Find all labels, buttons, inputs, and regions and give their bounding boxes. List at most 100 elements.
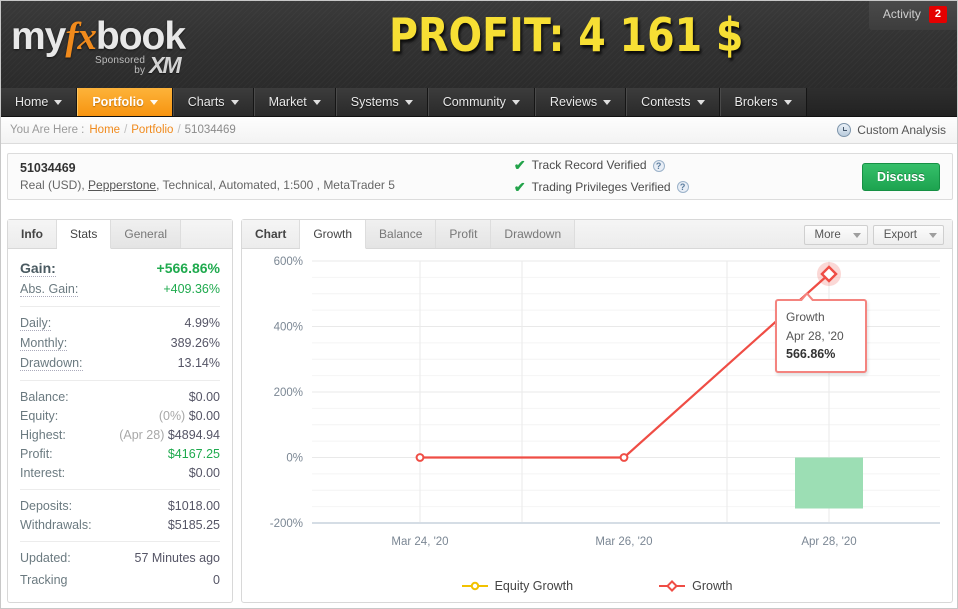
nav-label-home: Home xyxy=(15,95,49,109)
stat-value-interest: $0.00 xyxy=(188,465,220,480)
stat-row-balance: Balance: $0.00 xyxy=(20,387,220,406)
export-dropdown[interactable]: Export xyxy=(872,225,944,245)
nav-item-market[interactable]: Market xyxy=(253,88,336,116)
stat-value-drawdown: 13.14% xyxy=(177,355,220,370)
tab-stats[interactable]: Stats xyxy=(57,220,112,249)
help-icon[interactable]: ? xyxy=(652,159,665,172)
nav-item-brokers[interactable]: Brokers xyxy=(719,88,807,116)
stat-label-daily[interactable]: Daily: xyxy=(20,316,52,331)
check-icon: ✔ xyxy=(513,156,526,173)
main-navigation: Home Portfolio Charts Market Systems Com… xyxy=(1,88,957,117)
logo-fx: fx xyxy=(65,15,96,58)
xm-sponsor-logo: XM xyxy=(149,52,181,78)
custom-analysis-label: Custom Analysis xyxy=(857,123,946,137)
growth-point-marker xyxy=(619,453,629,462)
help-icon[interactable]: ? xyxy=(676,181,689,194)
stat-row-updated: Updated: 57 Minutes ago xyxy=(20,548,220,567)
breadcrumb-link-home[interactable]: Home xyxy=(89,124,120,136)
stat-label-abs-gain[interactable]: Abs. Gain: xyxy=(20,282,79,297)
tab-drawdown[interactable]: Drawdown xyxy=(491,220,576,248)
chevron-down-icon xyxy=(149,99,158,105)
chevron-down-icon xyxy=(54,99,63,105)
breadcrumb-link-portfolio[interactable]: Portfolio xyxy=(131,124,173,136)
stats-panel: Info Stats General Gain: +566.86% Abs. G… xyxy=(7,219,233,603)
xtick-2: Apr 28, '20 xyxy=(801,536,856,548)
stats-list: Gain: +566.86% Abs. Gain: +409.36% Daily… xyxy=(8,249,232,590)
ytick-0: 0% xyxy=(286,453,303,465)
verification-badges: ✔ Track Record Verified ? ✔ Trading Priv… xyxy=(514,155,689,198)
legend-item-equity-growth[interactable]: Equity Growth xyxy=(461,579,573,593)
activity-button[interactable]: Activity 2 xyxy=(868,1,957,30)
account-broker-link[interactable]: Pepperstone xyxy=(88,178,156,192)
nav-label-brokers: Brokers xyxy=(734,95,778,109)
chart-panel-tabs: Chart Growth Balance Profit Drawdown Mor… xyxy=(242,220,952,249)
stat-value-profit: $4167.25 xyxy=(167,446,220,461)
stat-label-monthly[interactable]: Monthly: xyxy=(20,336,68,351)
stat-value-withdrawals: $5185.25 xyxy=(167,517,220,532)
ytick-600: 600% xyxy=(274,256,303,268)
account-type: Real (USD), xyxy=(20,178,85,193)
stat-row-tracking: Tracking 0 xyxy=(20,567,220,590)
stat-label-balance: Balance: xyxy=(20,389,69,404)
myfxbook-logo[interactable]: myfxbook Sponsored by XM xyxy=(11,15,186,76)
legend-item-growth[interactable]: Growth xyxy=(659,579,732,593)
verify-track-record-label: Track Record Verified xyxy=(531,158,647,173)
nav-item-contests[interactable]: Contests xyxy=(626,88,720,116)
divider xyxy=(20,541,220,542)
stat-value-deposits: $1018.00 xyxy=(167,498,220,513)
breadcrumb: You Are Here : Home / Portfolio / 510344… xyxy=(1,117,957,144)
nav-item-community[interactable]: Community xyxy=(427,88,535,116)
stat-row-withdrawals: Withdrawals: $5185.25 xyxy=(20,515,220,534)
divider xyxy=(20,380,220,381)
tab-profit[interactable]: Profit xyxy=(436,220,492,248)
tab-growth[interactable]: Growth xyxy=(300,220,367,249)
tooltip-series-name: Growth xyxy=(786,310,825,324)
stat-row-equity: Equity: (0%) $0.00 xyxy=(20,406,220,425)
stat-label-interest: Interest: xyxy=(20,465,66,480)
chevron-down-icon xyxy=(929,232,937,238)
tab-chart: Chart xyxy=(242,220,301,248)
tab-info[interactable]: Info xyxy=(8,220,57,248)
stat-label-drawdown[interactable]: Drawdown: xyxy=(20,356,83,371)
stat-label-gain[interactable]: Gain: xyxy=(20,260,56,277)
discuss-button[interactable]: Discuss xyxy=(862,162,940,191)
verify-trading-privileges: ✔ Trading Privileges Verified ? xyxy=(514,177,689,199)
chevron-down-icon xyxy=(404,99,413,105)
chevron-down-icon xyxy=(511,99,520,105)
chart-legend: Equity Growth Growth xyxy=(242,579,952,593)
custom-analysis-button[interactable]: Custom Analysis xyxy=(837,123,950,137)
growth-chart[interactable]: 600% 400% 200% 0% -200% Mar 24, '20 Mar … xyxy=(242,249,952,603)
myfxbook-account-page: myfxbook Sponsored by XM PROFIT: 4 161 $… xyxy=(0,0,958,609)
nav-item-portfolio[interactable]: Portfolio xyxy=(77,88,173,116)
stat-label-updated: Updated: xyxy=(20,550,71,565)
stat-row-daily: Daily: 4.99% xyxy=(20,313,220,333)
divider xyxy=(20,306,220,307)
account-details: , Technical, Automated, 1:500 , MetaTrad… xyxy=(156,178,395,193)
stat-row-monthly: Monthly: 389.26% xyxy=(20,333,220,353)
tab-general[interactable]: General xyxy=(111,220,182,248)
tab-balance[interactable]: Balance xyxy=(366,220,437,248)
account-identity: 51034469 Real (USD), Pepperstone, Techni… xyxy=(8,159,395,194)
tooltip-date: Apr 28, '20 xyxy=(786,328,844,343)
nav-filler xyxy=(806,88,957,116)
chart-toolbar: More Export xyxy=(803,225,952,248)
nav-item-home[interactable]: Home xyxy=(1,88,78,116)
sponsor-block: Sponsored by XM xyxy=(95,52,182,78)
more-dropdown[interactable]: More xyxy=(803,225,868,245)
breadcrumb-separator: / xyxy=(124,124,128,136)
sponsored-text: Sponsored by xyxy=(95,55,145,77)
site-banner: myfxbook Sponsored by XM PROFIT: 4 161 $… xyxy=(1,1,957,88)
breadcrumb-separator: / xyxy=(177,124,181,136)
nav-item-systems[interactable]: Systems xyxy=(335,88,428,116)
account-description: Real (USD), Pepperstone, Technical, Auto… xyxy=(20,177,395,194)
divider xyxy=(20,489,220,490)
nav-item-charts[interactable]: Charts xyxy=(172,88,254,116)
stat-prefix-equity: (0%) xyxy=(158,408,186,423)
stat-value-equity: (0%) $0.00 xyxy=(159,409,220,423)
nav-label-market: Market xyxy=(268,95,307,109)
stat-prefix-highest: (Apr 28) xyxy=(119,427,165,442)
nav-item-reviews[interactable]: Reviews xyxy=(534,88,627,116)
ytick-neg200: -200% xyxy=(270,518,303,530)
legend-marker-growth xyxy=(659,580,686,592)
clock-icon xyxy=(837,123,852,137)
